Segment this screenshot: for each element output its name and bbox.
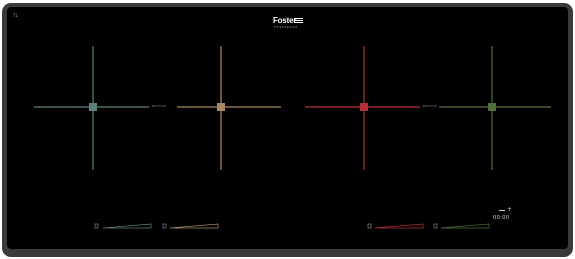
zone-2-power-control[interactable] (162, 223, 219, 229)
zone-2-power-icon[interactable] (162, 223, 167, 229)
zone-4-power-icon[interactable] (433, 223, 438, 229)
zone-1-cross[interactable] (34, 46, 149, 170)
zone-1-center-marker[interactable] (89, 103, 97, 111)
zone-2-cross[interactable] (177, 46, 281, 170)
zone-2-center-marker[interactable] (217, 103, 225, 111)
zone-3-power-control[interactable] (367, 223, 424, 229)
timer-display: 00:00 (493, 215, 510, 221)
zone-1-power-control[interactable] (94, 223, 152, 229)
zone-4-power-control[interactable] (433, 223, 490, 229)
zone-3-power-icon[interactable] (367, 223, 372, 229)
zone-3-power-slider[interactable] (374, 223, 424, 229)
zone-3-center-marker[interactable] (360, 103, 368, 111)
zone-1-power-slider[interactable] (102, 223, 152, 229)
zone-4-cross[interactable] (439, 46, 551, 170)
cooktop-frame: TL Foster FOSTERGAS BRIDGE BRIDGE + 00:0… (2, 3, 573, 257)
glass-surface: TL Foster FOSTERGAS BRIDGE BRIDGE + 00:0… (7, 7, 568, 249)
zone-3-cross[interactable] (305, 46, 420, 170)
zone-4-center-marker[interactable] (488, 103, 496, 111)
timer-minus-button[interactable] (499, 210, 505, 211)
zone-4-power-slider[interactable] (440, 223, 490, 229)
timer-plus-button[interactable]: + (507, 207, 512, 213)
zone-1-power-icon[interactable] (94, 223, 99, 229)
zone-2-power-slider[interactable] (169, 223, 219, 229)
cooking-zones (34, 46, 551, 229)
